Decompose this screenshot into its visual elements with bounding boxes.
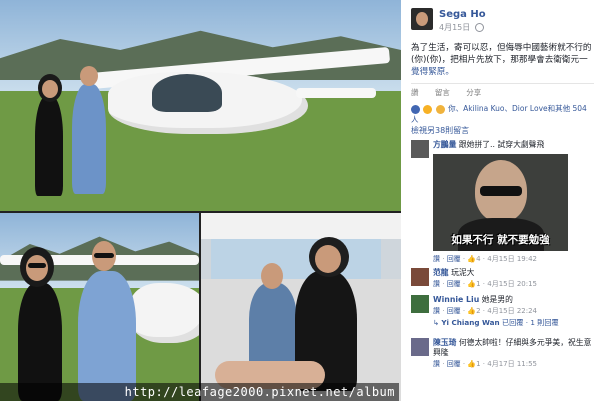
comment-body: 跟她拼了.. 試穿大劇聲飛: [458, 140, 545, 149]
commenter-avatar[interactable]: [411, 268, 429, 286]
comment-item: 陳玉琦 何德太帥啦！仔細與多元爭美，祝生意興隆 讚 · 回覆 · 👍1 · 4月…: [411, 338, 596, 378]
meme-sunglasses: [480, 186, 522, 196]
cockpit-frame: [201, 213, 401, 239]
woman-sunglasses: [28, 263, 46, 268]
comment-reply-link[interactable]: 回覆: [447, 307, 461, 315]
plane-canopy: [152, 74, 222, 112]
post-actions: 讚 留言 分享: [411, 83, 594, 101]
view-more-comments-link[interactable]: 檢視另38則留言: [411, 125, 469, 136]
wow-reaction-icon: [435, 104, 445, 114]
comment-text: 方鵬量 跟她拼了.. 試穿大劇聲飛: [433, 140, 593, 150]
comment-like-count: 4: [476, 255, 481, 263]
comment-text: Winnie Liu 她是男的: [433, 295, 593, 305]
plane-tail: [296, 88, 376, 98]
comment-time[interactable]: 4月17日 11:55: [487, 360, 537, 368]
commenter-name[interactable]: 陳玉琦: [433, 338, 456, 347]
author-avatar[interactable]: [411, 8, 433, 30]
share-button[interactable]: 分享: [466, 88, 481, 97]
woman-head: [315, 245, 341, 273]
comment-body: 她是男的: [481, 295, 513, 304]
reply-summary[interactable]: 已回覆 · 1 則回覆: [502, 318, 559, 327]
like-count-icon: 👍: [467, 280, 477, 288]
photo-bottom-right: [201, 213, 401, 401]
author-name[interactable]: Sega Ho: [439, 9, 486, 20]
comment-item: Winnie Liu 她是男的 讚 · 回覆 · 👍2 · 4月15日 22:2…: [411, 295, 596, 331]
commenter-avatar[interactable]: [411, 338, 429, 356]
comment-time[interactable]: 4月15日 22:24: [487, 307, 537, 315]
comment-text: 陳玉琦 何德太帥啦！仔細與多元爭美，祝生意興隆: [433, 338, 593, 358]
window-sky: [211, 239, 381, 279]
comment-like-count: 1: [476, 280, 481, 288]
comment-reply-link[interactable]: 回覆: [447, 360, 461, 368]
facebook-post-panel: Sega Ho 4月15日 為了生活，寄可以忍，但侮辱中國藝術就不行的(你)(你…: [401, 0, 600, 401]
comment-like-link[interactable]: 讚: [433, 255, 440, 263]
comment-like-count: 1: [476, 360, 481, 368]
like-count-icon: 👍: [467, 307, 477, 315]
comment-item: 范龍 玩泥大 讚 · 回覆 · 👍1 · 4月15日 20:15: [411, 268, 596, 292]
post-date[interactable]: 4月15日: [439, 23, 470, 32]
comment-item: 方鵬量 跟她拼了.. 試穿大劇聲飛 如果不行 就不要勉強 讚 · 回覆 · 👍4…: [411, 140, 596, 268]
commenter-avatar[interactable]: [411, 140, 429, 158]
comment-body: 玩泥大: [451, 268, 475, 277]
man-sunglasses: [94, 253, 114, 258]
reply-arrow-icon: ↳: [433, 318, 440, 327]
man-head: [261, 263, 283, 289]
meme-caption: 如果不行 就不要勉強: [451, 234, 550, 246]
person-man: [78, 271, 136, 401]
comment-time[interactable]: 4月15日 20:15: [487, 280, 537, 288]
comment-reply-link[interactable]: 回覆: [447, 280, 461, 288]
reactions-bar[interactable]: 你、Akilina Kuo、Dior Love和其他 504 人: [411, 103, 594, 125]
like-button[interactable]: 讚: [411, 88, 419, 97]
comment-time[interactable]: 4月15日 19:42: [487, 255, 537, 263]
comment-like-link[interactable]: 讚: [433, 360, 440, 368]
post-text: 為了生活，寄可以忍，但侮辱中國藝術就不行的(你)(你)，把相片先放下，那那學會去…: [411, 42, 594, 78]
comment-meta: 讚 · 回覆 · 👍2 · 4月15日 22:24: [433, 307, 538, 315]
like-reaction-icon: [411, 104, 420, 114]
person-man: [72, 84, 106, 194]
woman-head: [42, 80, 58, 98]
globe-icon: [474, 23, 484, 32]
commenter-name[interactable]: 方鵬量: [433, 140, 456, 149]
commenter-avatar[interactable]: [411, 295, 429, 313]
like-count-icon: 👍: [467, 360, 477, 368]
comment-meta: 讚 · 回覆 · 👍4 · 4月15日 19:42: [433, 255, 538, 263]
comment-reply-link[interactable]: 回覆: [447, 255, 461, 263]
see-translation-link[interactable]: 覺得緊原。: [411, 67, 454, 77]
comment-text: 范龍 玩泥大: [433, 268, 593, 278]
man-head: [80, 66, 98, 86]
photo-top: [0, 0, 401, 211]
like-count-icon: 👍: [467, 255, 477, 263]
reply-thread-link[interactable]: ↳ Yi Chiang Wan 已回覆 · 1 則回覆: [433, 318, 559, 328]
post-body: 為了生活，寄可以忍，但侮辱中國藝術就不行的(你)(你)，把相片先放下，那那學會去…: [411, 43, 592, 65]
comment-like-link[interactable]: 讚: [433, 307, 440, 315]
commenter-name[interactable]: Winnie Liu: [433, 295, 479, 304]
comment-like-link[interactable]: 讚: [433, 280, 440, 288]
comment-meta: 讚 · 回覆 · 👍1 · 4月17日 11:55: [433, 360, 538, 368]
comment-body: 何德太帥啦！仔細與多元爭美，祝生意興隆: [433, 338, 592, 357]
person-man-seated: [249, 283, 297, 373]
photo-collage: http://leafage2000.pixnet.net/album: [0, 0, 401, 401]
person-woman: [35, 96, 63, 196]
post-meta: 4月15日: [439, 22, 484, 33]
plane-fuselage: [130, 283, 199, 343]
watermark-url: http://leafage2000.pixnet.net/album: [0, 383, 399, 401]
photo-bottom-left: [0, 213, 199, 401]
haha-reaction-icon: [423, 104, 433, 114]
woman-head: [26, 255, 48, 281]
commenter-name[interactable]: 范龍: [433, 268, 449, 277]
comment-button[interactable]: 留言: [435, 88, 450, 97]
comment-like-count: 2: [476, 307, 481, 315]
comment-meta: 讚 · 回覆 · 👍1 · 4月15日 20:15: [433, 280, 538, 288]
reply-author[interactable]: Yi Chiang Wan: [441, 318, 499, 327]
post-header: Sega Ho 4月15日: [411, 8, 591, 36]
comment-meme-image[interactable]: 如果不行 就不要勉強: [433, 154, 568, 251]
